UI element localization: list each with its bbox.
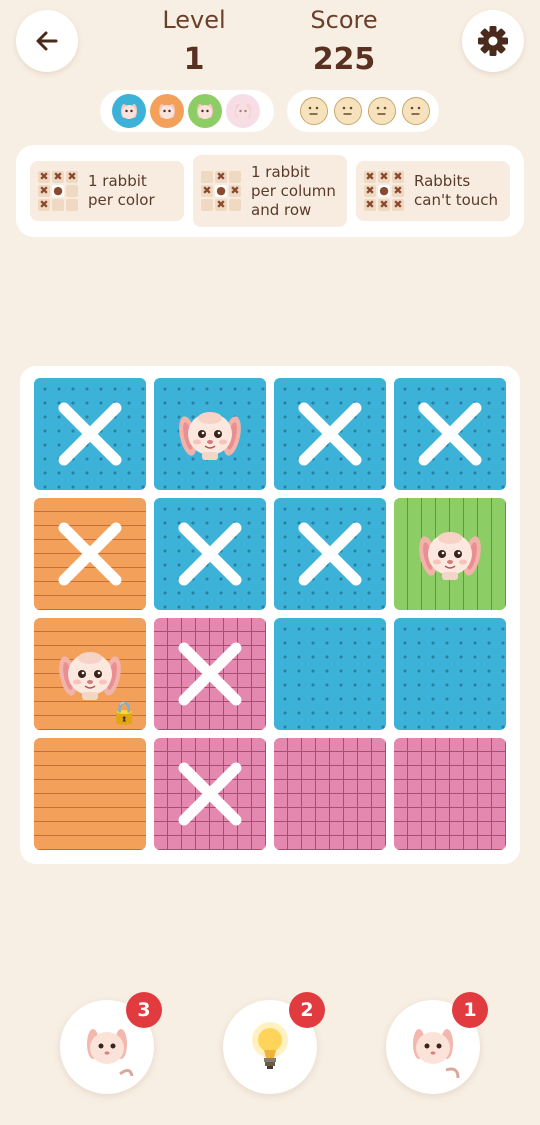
rule-text: 1 rabbit per column and row [251, 162, 336, 219]
board-cell-orange[interactable]: 🔒 [34, 618, 146, 730]
pink-rabbit-indicator [226, 94, 260, 128]
mood-indicator [287, 90, 439, 132]
board-cell-blue[interactable] [274, 618, 386, 730]
orange-rabbit-indicator [150, 94, 184, 128]
board-cell-blue[interactable] [274, 498, 386, 610]
score-value: 225 [312, 42, 376, 77]
rabbit-icon [419, 532, 481, 580]
swap-rabbit-button[interactable]: 1 [386, 992, 488, 1094]
rabbit-head-icon [235, 104, 251, 119]
board-cell-orange[interactable] [34, 498, 146, 610]
board-cell-blue[interactable] [154, 498, 266, 610]
neutral-face-icon [300, 97, 328, 125]
x-mark-icon [178, 762, 242, 826]
x-mark-icon [58, 402, 122, 466]
level-label: Level [162, 6, 226, 34]
x-mark-icon [178, 642, 242, 706]
rabbit-head-icon [159, 104, 175, 119]
rabbit-head-icon [121, 104, 137, 119]
hint-button[interactable]: 2 [223, 992, 325, 1094]
blue-rabbit-indicator [112, 94, 146, 128]
gear-icon [478, 26, 508, 56]
settings-button[interactable] [462, 10, 524, 72]
board-cell-blue[interactable] [394, 618, 506, 730]
board-cell-pink[interactable] [154, 738, 266, 850]
green-rabbit-indicator [188, 94, 222, 128]
rabbit-head-icon [197, 104, 213, 119]
rule-grid-icon: ✖ ✖ ● ✖ ✖ [201, 170, 241, 211]
swap-count-badge: 1 [452, 992, 488, 1028]
rules-panel: ✖ ✖ ✖ ✖ ● ✖ 1 rabbit per color ✖ ✖ ● ✖ ✖ 1 ra… [16, 145, 524, 237]
arrow-left-icon [36, 31, 58, 51]
neutral-face-icon [402, 97, 430, 125]
hint-count-badge: 2 [289, 992, 325, 1028]
rabbit-icon [179, 412, 241, 460]
rule-text: 1 rabbit per color [88, 172, 155, 209]
score-label: Score [310, 6, 378, 34]
rule-grid-icon: ✖ ✖ ✖ ✖ ● ✖ ✖ ✖ ✖ [364, 170, 404, 211]
board-cell-orange[interactable] [34, 738, 146, 850]
undo-rabbit-button[interactable]: 3 [60, 992, 162, 1094]
level-value: 1 [183, 42, 205, 77]
x-mark-icon [58, 522, 122, 586]
board-cell-pink[interactable] [274, 738, 386, 850]
game-board: 🔒 [20, 366, 520, 864]
undo-count-badge: 3 [126, 992, 162, 1028]
rule-text: Rabbits can't touch [414, 172, 499, 209]
neutral-face-icon [334, 97, 362, 125]
board-cell-blue[interactable] [394, 378, 506, 490]
rule-rabbits-cant-touch: ✖ ✖ ✖ ✖ ● ✖ ✖ ✖ ✖ Rabbits can't touch [356, 161, 510, 221]
x-mark-icon [298, 402, 362, 466]
board-cell-blue[interactable] [34, 378, 146, 490]
board-cell-blue[interactable] [154, 378, 266, 490]
x-mark-icon [418, 402, 482, 466]
board-cell-pink[interactable] [154, 618, 266, 730]
x-mark-icon [178, 522, 242, 586]
neutral-face-icon [368, 97, 396, 125]
x-mark-icon [298, 522, 362, 586]
rule-one-per-column-row: ✖ ✖ ● ✖ ✖ 1 rabbit per column and row [193, 155, 347, 227]
rabbit-colors-indicator [100, 90, 274, 132]
board-cell-pink[interactable] [394, 738, 506, 850]
board-cell-blue[interactable] [274, 378, 386, 490]
lock-icon: 🔒 [110, 701, 138, 726]
back-button[interactable] [16, 10, 78, 72]
rule-grid-icon: ✖ ✖ ✖ ✖ ● ✖ [38, 170, 78, 211]
board-cell-green[interactable] [394, 498, 506, 610]
rule-one-per-color: ✖ ✖ ✖ ✖ ● ✖ 1 rabbit per color [30, 161, 184, 221]
